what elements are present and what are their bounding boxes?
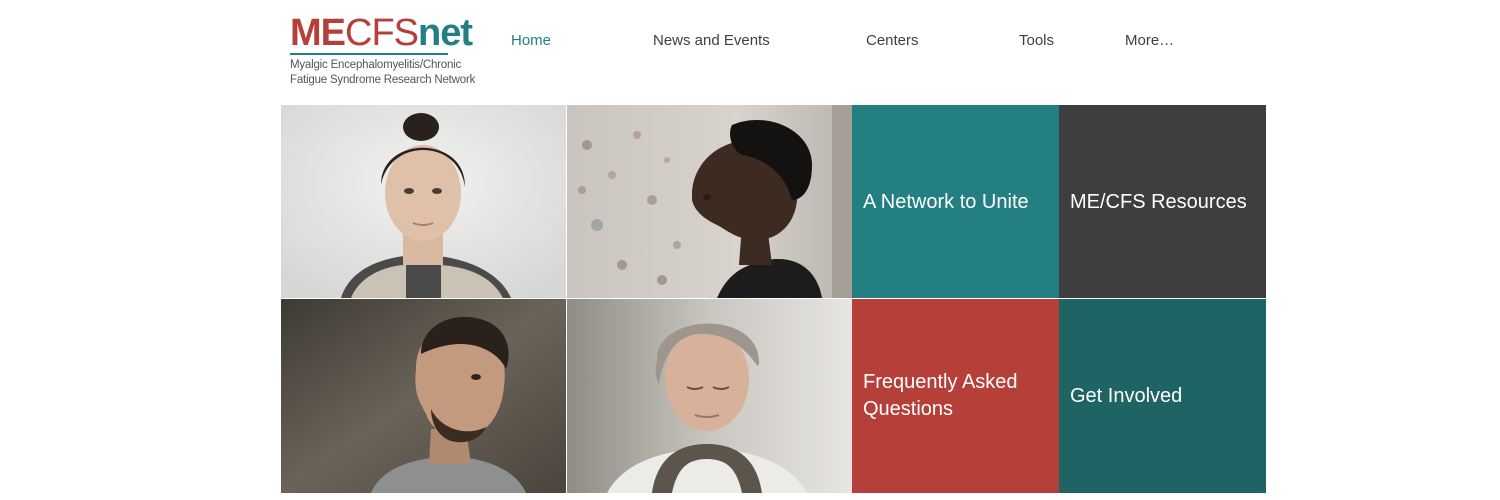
- tile-get-involved[interactable]: Get Involved: [1059, 299, 1266, 493]
- feature-grid: A Network to Unite ME/CFS Resources Freq…: [281, 105, 1266, 493]
- nav-news-and-events[interactable]: News and Events: [653, 32, 770, 49]
- tile-network-to-unite[interactable]: A Network to Unite: [852, 105, 1059, 298]
- tile-involved-label: Get Involved: [1070, 385, 1183, 407]
- nav-tools[interactable]: Tools: [1019, 32, 1054, 49]
- portrait-photo-woman-front: [281, 105, 566, 298]
- tile-faq-label-line1: Frequently Asked: [863, 371, 1018, 393]
- nav-more[interactable]: More…: [1125, 32, 1174, 49]
- portrait-photo-man-profile: [281, 299, 566, 493]
- logo-tagline-line2: Fatigue Syndrome Research Network: [290, 74, 476, 86]
- main-nav: Home News and Events Centers Tools More…: [0, 32, 1500, 52]
- tile-mecfs-resources[interactable]: ME/CFS Resources: [1059, 105, 1266, 298]
- tile-faq-label: Frequently Asked Questions: [863, 369, 1049, 423]
- tile-faq[interactable]: Frequently Asked Questions: [852, 299, 1059, 493]
- logo-tagline: Myalgic Encephalomyelitis/Chronic Fatigu…: [290, 58, 490, 88]
- portrait-photo-woman-looking-down: [567, 299, 852, 493]
- logo-tagline-line1: Myalgic Encephalomyelitis/Chronic: [290, 59, 462, 71]
- nav-home[interactable]: Home: [511, 32, 551, 49]
- tile-resources-label: ME/CFS Resources: [1070, 191, 1247, 213]
- tile-faq-label-line2: Questions: [863, 398, 954, 420]
- tile-network-label: A Network to Unite: [863, 191, 1029, 213]
- portrait-photo-woman-profile: [567, 105, 852, 298]
- nav-centers[interactable]: Centers: [866, 32, 919, 49]
